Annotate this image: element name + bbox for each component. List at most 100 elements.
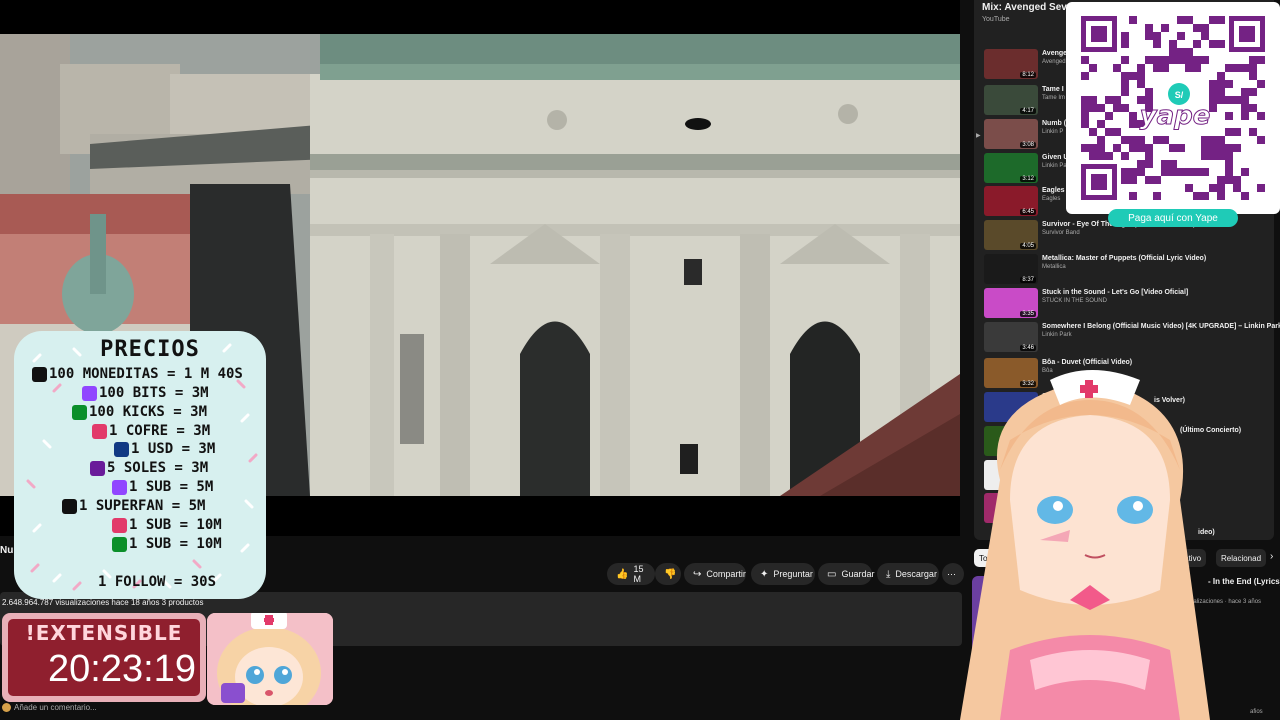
yape-icon [90,460,105,476]
duration-badge: 3:35 [1020,311,1036,317]
price-line: 1 USD = 3M [114,441,215,457]
price-text: 1 COFRE = 3M [109,423,211,439]
yape-pay-button[interactable]: Paga aquí con Yape [1108,209,1238,227]
playlist-thumbnail[interactable]: 6:45 [984,186,1038,216]
duration-badge: 3:08 [1020,142,1036,148]
price-line: 1 COFRE = 3M [92,423,210,439]
download-button[interactable]: ⤓ Descargar [877,563,939,585]
duration-badge: 8:37 [1020,277,1036,283]
views-line: 2.648.964.787 visualizaciones hace 18 añ… [2,598,204,607]
like-count: 15 M [633,564,644,584]
price-text: 100 KICKS = 3M [89,404,208,420]
price-line: 100 KICKS = 3M [72,404,207,420]
price-line: 100 MONEDITAS = 1 M 40S [32,366,243,382]
timer-label: !EXTENSIBLE [25,621,183,645]
playlist-thumbnail[interactable]: 3:12 [984,153,1038,183]
duration-badge: 8:12 [1020,72,1036,78]
sparkle-icon: ✦ [760,568,769,580]
playlist-thumbnail[interactable]: 4:05 [984,220,1038,250]
chibi-character-illustration [207,613,333,705]
like-button[interactable]: 👍 15 M [607,563,655,585]
mix-title[interactable]: Mix: Avenged Seve [982,2,1072,13]
kick-icon [72,404,87,420]
price-text: 1 SUPERFAN = 5M [79,498,206,514]
download-label: Descargar [895,569,937,579]
playlist-thumbnail[interactable]: 3:08 [984,119,1038,149]
share-icon: ↪ [693,568,702,580]
save-button[interactable]: ▭ Guardar [818,563,875,585]
ask-button[interactable]: ✦ Preguntar [751,563,815,585]
chibi-avatar-card [207,613,333,705]
duration-badge: 4:17 [1020,108,1036,114]
playlist-item-channel: Survivor Band [1042,230,1080,236]
price-line: 5 SOLES = 3M [90,460,208,476]
price-line: 100 BITS = 3M [82,385,209,401]
playlist-item-channel: Tame Im [1042,95,1066,101]
duration-badge: 3:46 [1020,345,1036,351]
price-text: 1 SUB = 10M [129,517,222,533]
chest-icon [112,517,127,533]
price-line: 1 FOLLOW = 30S [98,574,216,590]
playlist-thumbnail[interactable]: 3:35 [984,288,1038,318]
playlist-item-title[interactable]: Somewhere I Belong (Official Music Video… [1042,322,1280,331]
yape-logo: yape [1140,101,1211,131]
paypal-icon [114,441,129,457]
duration-badge: 4:05 [1020,243,1036,249]
twitch-icon [82,385,97,401]
save-label: Guardar [841,569,875,579]
playlist-thumbnail[interactable]: 8:12 [984,49,1038,79]
playlist-item[interactable]: 8:37 Metallica: Master of Puppets (Offici… [984,254,1274,286]
thumbs-down-icon: 👎 [664,568,677,580]
bookmark-icon: ▭ [827,568,837,580]
yape-badge: S/ [1175,90,1184,100]
tiktok-icon [32,366,47,382]
comment-input[interactable]: Añade un comentario... [14,703,97,712]
playlist-item-channel: Avenged [1042,59,1066,65]
price-text: 1 SUB = 5M [129,479,214,495]
download-icon: ⤓ [886,568,891,580]
playlist-item-title[interactable]: Metallica: Master of Puppets (Official L… [1042,254,1272,263]
playlist-item-channel: Linkin P [1042,129,1064,135]
duration-badge: 3:12 [1020,176,1036,182]
playlist-item-channel: Eagles [1042,196,1061,202]
timer-value: 20:23:19 [48,648,196,690]
thumbs-up-icon: 👍 [616,568,629,580]
playlist-thumbnail[interactable]: 8:37 [984,254,1038,284]
chest-icon [92,423,107,439]
playlist-item[interactable]: 3:35 Stuck in the Sound - Let's Go [Video… [984,288,1274,320]
playlist-item-channel: Metallica [1042,264,1066,270]
dislike-button[interactable]: 👎 [655,563,681,585]
price-text: 5 SOLES = 3M [107,460,209,476]
tiktok-icon [62,498,77,514]
playlist-thumbnail[interactable]: 3:46 [984,322,1038,352]
mix-channel: YouTube [982,16,1010,23]
price-text: 100 BITS = 3M [99,385,209,401]
twitch-icon [112,479,127,495]
duration-badge: 6:45 [1020,209,1036,215]
recommended-meta-fragment: afios [1250,709,1263,715]
kick-icon [112,536,127,552]
playlist-item[interactable]: 3:46 Somewhere I Belong (Official Music V… [984,322,1280,354]
share-label: Compartir [706,569,746,579]
price-line: 1 SUB = 5M [112,479,213,495]
now-playing-indicator: ▶ [976,133,981,139]
price-line: 1 SUPERFAN = 5M [62,498,205,514]
price-text: 1 SUB = 10M [129,536,222,552]
playlist-item-title[interactable]: Stuck in the Sound - Let's Go [Video Ofi… [1042,288,1272,297]
video-top-bar [0,0,960,34]
price-text: 1 USD = 3M [131,441,216,457]
share-button[interactable]: ↪ Compartir [684,563,746,585]
playlist-item-channel: STUCK IN THE SOUND [1042,298,1107,304]
qr-code: S/ yape [1081,16,1265,200]
price-title: PRECIOS [100,337,200,362]
price-line: 1 SUB = 10M [112,517,222,533]
avatar [2,703,11,712]
vtuber-avatar [960,370,1210,720]
chevron-right-icon[interactable]: › [1270,551,1273,562]
price-text: 1 FOLLOW = 30S [98,574,217,590]
price-text: 100 MONEDITAS = 1 M 40S [49,366,243,382]
playlist-item-channel: Linkin Pa [1042,163,1067,169]
playlist-thumbnail[interactable]: 4:17 [984,85,1038,115]
playlist-item-channel: Linkin Park [1042,332,1072,338]
price-line: 1 SUB = 10M [112,536,222,552]
